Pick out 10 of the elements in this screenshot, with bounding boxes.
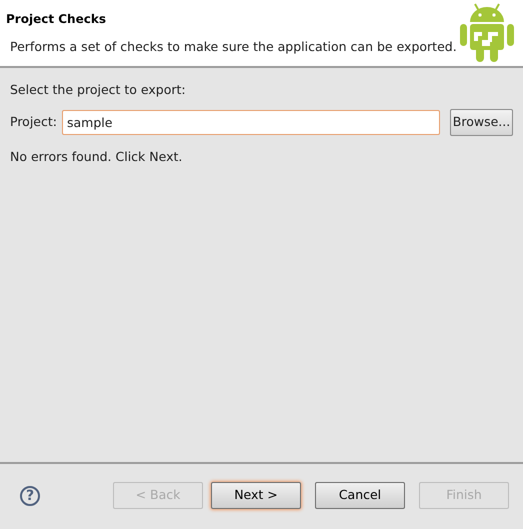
page-title: Project Checks <box>6 11 107 28</box>
page-description: Performs a set of checks to make sure the application can be exported. <box>10 38 457 56</box>
project-field[interactable]: sample <box>62 110 440 135</box>
browse-button[interactable]: Browse... <box>450 108 513 136</box>
wizard-button[interactable]: Cancel <box>315 482 405 509</box>
status-message: No errors found. Click Next. <box>10 148 184 166</box>
wizard-button[interactable]: Next > <box>211 482 301 509</box>
project-label: Project: <box>10 112 57 131</box>
help-icon[interactable]: ? <box>20 486 40 506</box>
prompt-text: Select the project to export: <box>10 81 187 99</box>
